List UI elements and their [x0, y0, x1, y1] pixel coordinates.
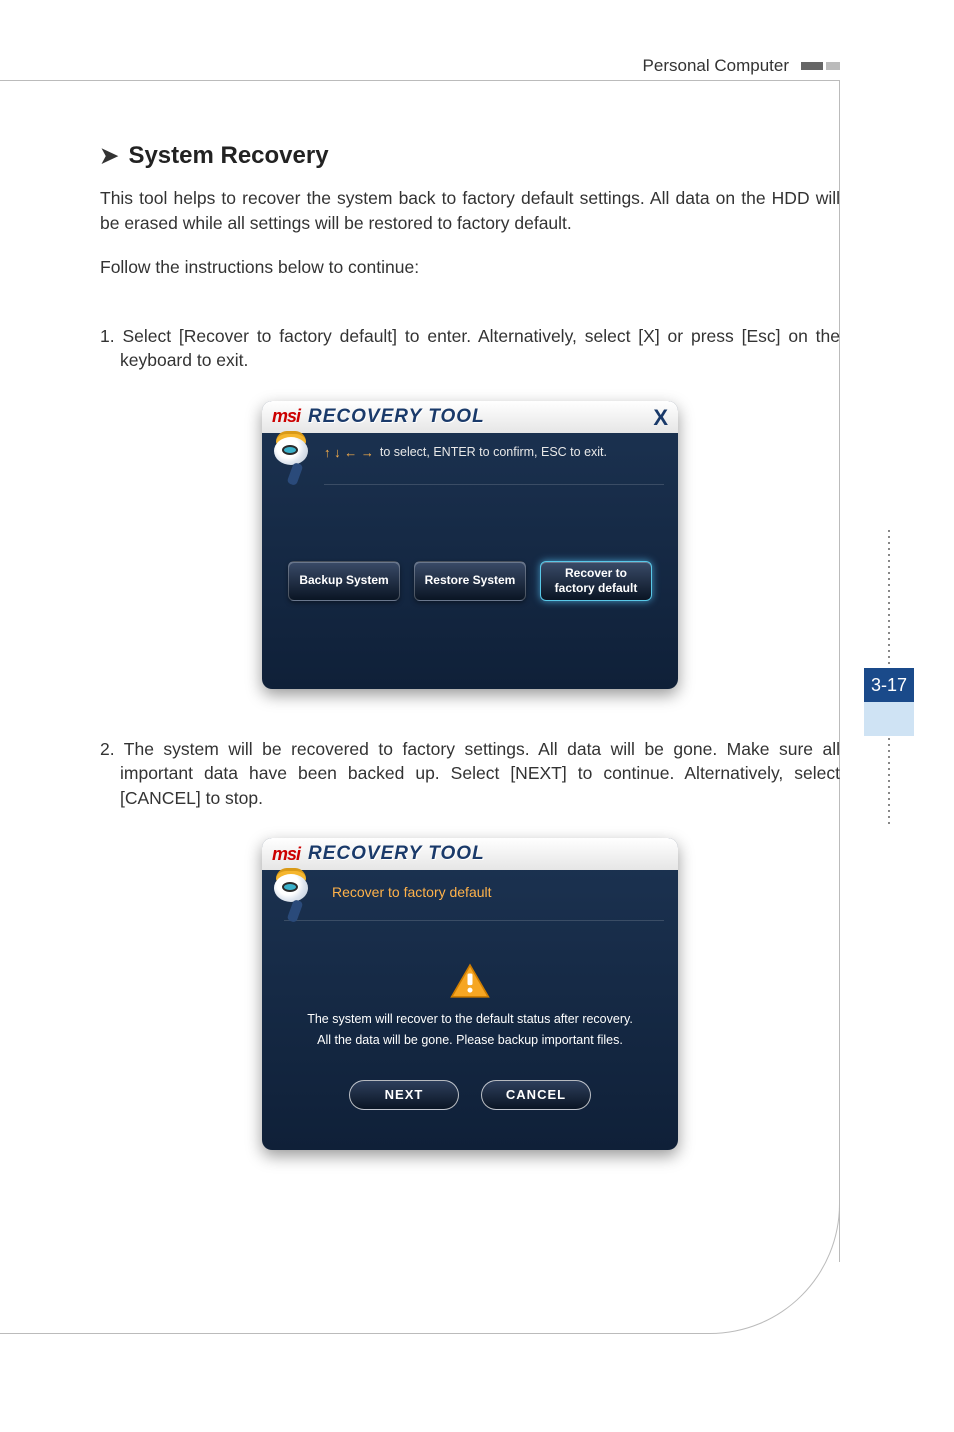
screenshot-1: msi RECOVERY TOOL X ↑ ↓ ← → to select, E… [100, 401, 840, 689]
product-name: Personal Computer [643, 56, 789, 76]
warning-text: The system will recover to the default s… [307, 1009, 633, 1052]
page: Personal Computer 3-17 ➤ System Recovery… [0, 0, 954, 1432]
window-body: ↑ ↓ ← → to select, ENTER to confirm, ESC… [262, 433, 678, 689]
next-button[interactable]: NEXT [349, 1080, 459, 1110]
button-row: Backup System Restore System Recover to … [276, 561, 664, 601]
window-title: RECOVERY TOOL [308, 406, 485, 428]
section-heading-row: ➤ System Recovery [100, 142, 840, 170]
page-header: Personal Computer [643, 56, 840, 76]
warning-line-1: The system will recover to the default s… [307, 1009, 633, 1030]
window-title: RECOVERY TOOL [308, 843, 485, 865]
brand-logo: msi [272, 844, 300, 865]
confirm-button-row: NEXT CANCEL [349, 1080, 591, 1110]
recovery-tool-window: msi RECOVERY TOOL X ↑ ↓ ← → to select, E… [262, 401, 678, 689]
chevron-right-icon: ➤ [100, 143, 118, 169]
content-area: ➤ System Recovery This tool helps to rec… [100, 80, 840, 1332]
recovery-tool-confirm-window: msi RECOVERY TOOL Recover to factory def… [262, 838, 678, 1150]
screenshot-2: msi RECOVERY TOOL Recover to factory def… [100, 838, 840, 1150]
section-follow: Follow the instructions below to continu… [100, 255, 840, 280]
section-intro: This tool helps to recover the system ba… [100, 186, 840, 235]
cancel-button[interactable]: CANCEL [481, 1080, 591, 1110]
nav-hint-row: ↑ ↓ ← → to select, ENTER to confirm, ESC… [324, 441, 664, 485]
section-heading: System Recovery [128, 142, 328, 170]
mascot-icon [268, 435, 318, 495]
backup-system-button[interactable]: Backup System [288, 561, 400, 601]
step-1: 1. Select [Recover to factory default] t… [100, 324, 840, 373]
arrow-keys-icon: ↑ ↓ ← → [324, 445, 374, 460]
warning-icon [450, 963, 490, 999]
bottom-rule [0, 1333, 664, 1334]
dotted-line-bottom [888, 738, 890, 828]
step-2: 2. The system will be recovered to facto… [100, 737, 840, 811]
recover-factory-default-button[interactable]: Recover to factory default [540, 561, 652, 601]
warning-panel: The system will recover to the default s… [276, 963, 664, 1132]
warning-line-2: All the data will be gone. Please backup… [307, 1030, 633, 1051]
titlebar: msi RECOVERY TOOL [262, 838, 678, 870]
window-body: Recover to factory default The system wi… [262, 870, 678, 1150]
brand-logo: msi [272, 406, 300, 427]
restore-system-button[interactable]: Restore System [414, 561, 526, 601]
dotted-line-top [888, 530, 890, 668]
header-decor [801, 62, 840, 70]
close-button[interactable]: X [653, 405, 668, 431]
subtitle: Recover to factory default [284, 878, 664, 921]
page-badge-accent [864, 702, 914, 736]
titlebar: msi RECOVERY TOOL X [262, 401, 678, 433]
mascot-icon [268, 872, 318, 932]
nav-hint-text: to select, ENTER to confirm, ESC to exit… [380, 445, 607, 459]
page-number-badge: 3-17 [864, 668, 914, 702]
